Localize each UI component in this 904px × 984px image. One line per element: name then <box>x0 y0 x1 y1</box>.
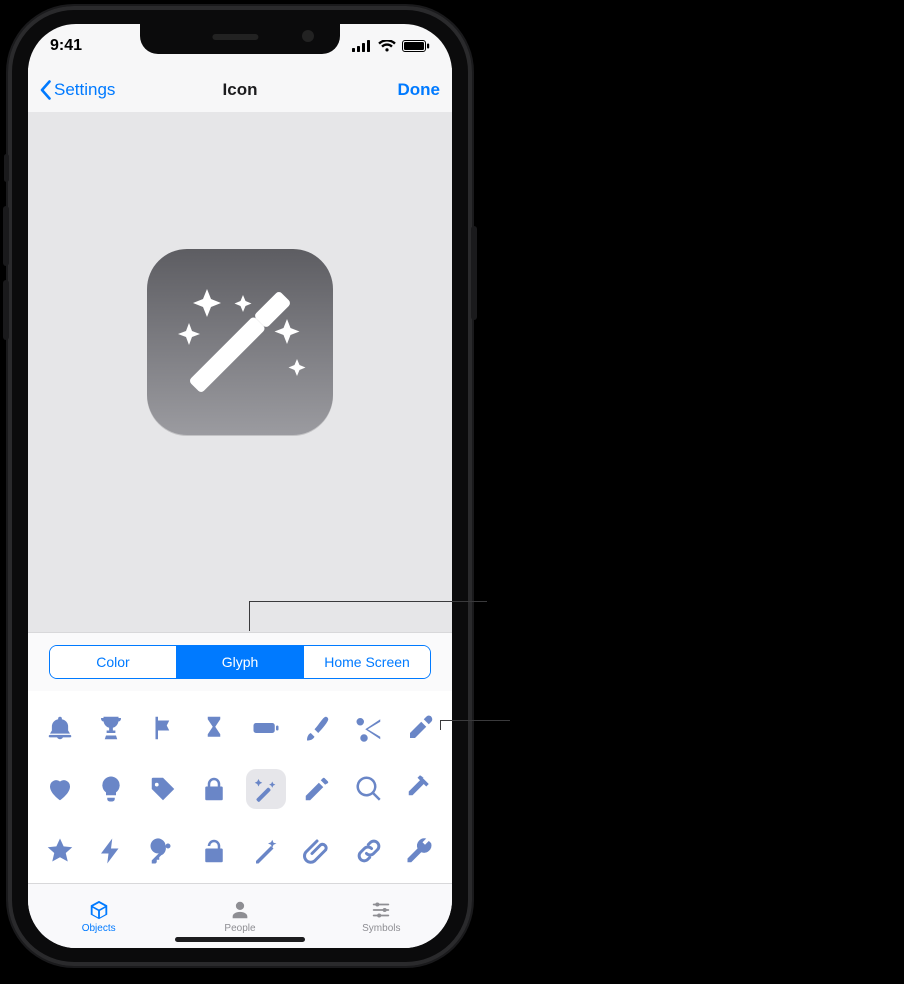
paperclip-icon <box>302 836 332 866</box>
mute-switch <box>4 154 9 182</box>
scissors-icon <box>354 713 384 743</box>
callout-line-glyph-grid-v <box>440 720 441 730</box>
glyph-scissors[interactable] <box>343 697 395 759</box>
glyph-unlock[interactable] <box>189 820 241 882</box>
glyph-pencil[interactable] <box>292 759 344 821</box>
pencil-icon <box>302 774 332 804</box>
trophy-icon <box>96 713 126 743</box>
glyph-flag[interactable] <box>137 697 189 759</box>
cube-icon <box>88 899 110 921</box>
display-notch <box>140 24 340 54</box>
screen: 9:41 <box>28 24 452 948</box>
glyph-link[interactable] <box>343 820 395 882</box>
status-time: 9:41 <box>50 37 82 55</box>
tab-objects[interactable]: Objects <box>28 884 169 948</box>
hourglass-icon <box>199 713 229 743</box>
home-indicator[interactable] <box>175 937 305 942</box>
back-button[interactable]: Settings <box>40 80 115 100</box>
icon-type-segmented-control: Color Glyph Home Screen <box>49 645 431 679</box>
battery-icon <box>251 713 281 743</box>
glyph-lock[interactable] <box>189 759 241 821</box>
cellular-signal-icon <box>352 40 372 52</box>
glyph-tag[interactable] <box>137 759 189 821</box>
key-icon <box>148 836 178 866</box>
glyph-picker-grid <box>28 691 452 884</box>
glyph-paperclip[interactable] <box>292 820 344 882</box>
unlock-icon <box>199 836 229 866</box>
star-icon <box>45 836 75 866</box>
tab-label: Objects <box>82 923 116 934</box>
glyph-bolt[interactable] <box>86 820 138 882</box>
hammer-icon <box>405 774 435 804</box>
glyph-bell[interactable] <box>34 697 86 759</box>
navigation-bar: Settings Icon Done <box>28 68 452 113</box>
shortcut-icon-preview <box>147 249 333 435</box>
glyph-hourglass[interactable] <box>189 697 241 759</box>
link-icon <box>354 836 384 866</box>
tab-symbols[interactable]: Symbols <box>311 884 452 948</box>
tab-label: People <box>224 923 255 934</box>
side-power-button <box>471 226 477 320</box>
glyph-lightbulb[interactable] <box>86 759 138 821</box>
glyph-magic-wand[interactable] <box>240 759 292 821</box>
status-icons <box>352 40 430 52</box>
segment-glyph[interactable]: Glyph <box>177 646 304 678</box>
volume-up-button <box>3 206 9 266</box>
glyph-heart[interactable] <box>34 759 86 821</box>
wifi-icon <box>378 40 396 52</box>
bolt-icon <box>96 836 126 866</box>
wand-star-icon <box>251 836 281 866</box>
glyph-eyedropper[interactable] <box>395 697 447 759</box>
callout-line-glyph-grid-h <box>440 720 510 721</box>
callout-line-segment-glyph-h <box>249 601 487 602</box>
lightbulb-icon <box>96 774 126 804</box>
magic-wand-icon <box>147 249 333 435</box>
glyph-star[interactable] <box>34 820 86 882</box>
heart-icon <box>45 774 75 804</box>
lock-icon <box>199 774 229 804</box>
glyph-magnifying-glass[interactable] <box>343 759 395 821</box>
paintbrush-icon <box>302 713 332 743</box>
glyph-trophy[interactable] <box>86 697 138 759</box>
sliders-icon <box>370 899 392 921</box>
wrench-icon <box>405 836 435 866</box>
segment-home-screen[interactable]: Home Screen <box>304 646 430 678</box>
tag-icon <box>148 774 178 804</box>
magic-wand-icon <box>251 774 281 804</box>
glyph-battery[interactable] <box>240 697 292 759</box>
glyph-wand-star[interactable] <box>240 820 292 882</box>
flag-icon <box>148 713 178 743</box>
chevron-left-icon <box>40 80 52 100</box>
icon-preview-area <box>28 112 452 632</box>
bell-icon <box>45 713 75 743</box>
glyph-key[interactable] <box>137 820 189 882</box>
battery-full-icon <box>402 40 430 52</box>
done-button[interactable]: Done <box>398 80 441 100</box>
back-label: Settings <box>54 80 115 100</box>
magnifying-glass-icon <box>354 774 384 804</box>
segment-color[interactable]: Color <box>50 646 177 678</box>
segmented-control-bar: Color Glyph Home Screen <box>28 632 452 692</box>
volume-down-button <box>3 280 9 340</box>
iphone-device-frame: 9:41 <box>8 6 472 966</box>
glyph-hammer[interactable] <box>395 759 447 821</box>
callout-line-segment-glyph-v <box>249 601 250 631</box>
eyedropper-icon <box>405 713 435 743</box>
glyph-paintbrush[interactable] <box>292 697 344 759</box>
person-icon <box>229 899 251 921</box>
glyph-wrench[interactable] <box>395 820 447 882</box>
tab-label: Symbols <box>362 923 400 934</box>
